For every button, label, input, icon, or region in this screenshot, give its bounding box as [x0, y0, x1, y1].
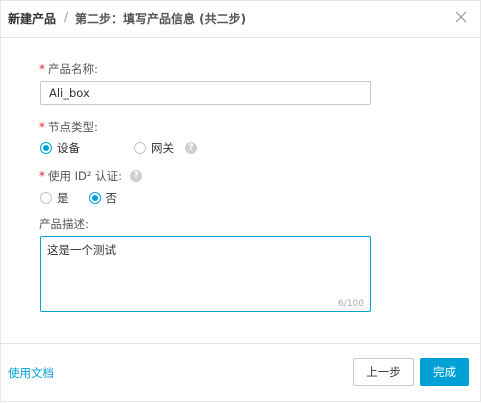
required-mark: * [39, 120, 45, 134]
create-product-dialog: 新建产品 / 第二步：填写产品信息 (共二步) *产品名称: *节点类型: 设备… [0, 0, 481, 402]
radio-label-no: 否 [105, 191, 118, 205]
title-separator: / [64, 10, 69, 24]
node-type-label: * 节点类型: [39, 119, 98, 135]
radio-selected-icon[interactable] [40, 142, 52, 154]
description-textarea[interactable]: 这是一个测试 [41, 237, 370, 311]
previous-step-button[interactable]: 上一步 [353, 358, 414, 386]
use-id2-label-text: 使用 ID² 认证: [48, 169, 123, 183]
radio-label-device: 设备 [57, 141, 80, 155]
documentation-link[interactable]: 使用文档 [8, 365, 54, 381]
description-label: 产品描述: [39, 217, 89, 231]
finish-button[interactable]: 完成 [420, 358, 469, 386]
radio-label-yes: 是 [57, 191, 69, 205]
product-name-label: * 产品名称: [39, 61, 98, 77]
required-mark: * [39, 169, 45, 183]
dialog-title: 新建产品 [8, 12, 57, 26]
radio-option-no[interactable]: 否 [88, 190, 118, 206]
radio-option-gateway[interactable]: 网关 [134, 140, 174, 156]
char-counter: 6/100 [338, 299, 364, 309]
question-icon[interactable]: ? [130, 170, 143, 182]
product-name-label-text: 产品名称: [48, 62, 98, 76]
required-mark: * [39, 62, 45, 76]
radio-unselected-icon[interactable] [134, 142, 146, 154]
dialog-footer: 使用文档 上一步 完成 [1, 343, 481, 403]
question-icon[interactable]: ? [185, 142, 197, 154]
node-type-radio-group: 设备 网关 ? [40, 140, 197, 156]
node-type-label-text: 节点类型: [48, 120, 98, 134]
step-indicator: 第二步：填写产品信息 (共二步) [75, 12, 247, 26]
radio-unselected-icon[interactable] [40, 192, 52, 204]
use-id2-label: * 使用 ID² 认证: ? [39, 168, 143, 184]
radio-option-device[interactable]: 设备 [40, 140, 80, 156]
radio-label-gateway: 网关 [151, 141, 174, 155]
radio-selected-icon[interactable] [88, 192, 101, 204]
use-id2-radio-group: 是 否 [40, 190, 117, 206]
radio-option-yes[interactable]: 是 [40, 190, 69, 206]
close-icon[interactable] [453, 9, 469, 25]
description-field: 这是一个测试 6/100 [40, 236, 371, 312]
dialog-header: 新建产品 / 第二步：填写产品信息 (共二步) [1, 1, 481, 38]
product-name-input[interactable] [40, 81, 371, 105]
